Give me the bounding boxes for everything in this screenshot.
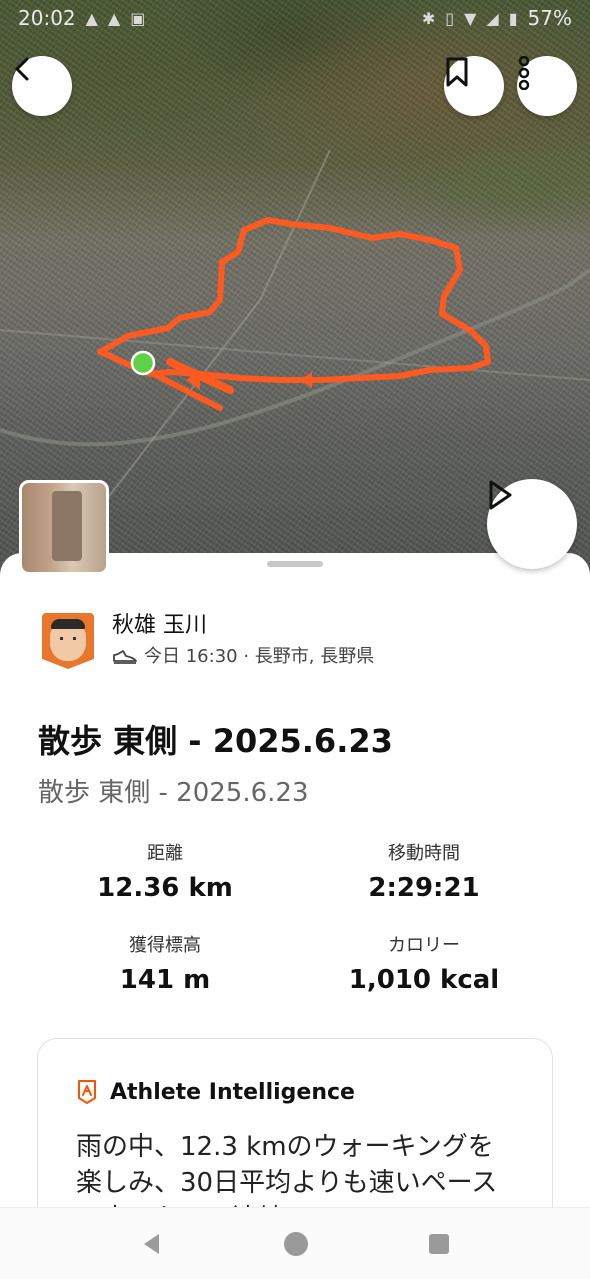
athlete-intelligence-icon — [78, 1080, 96, 1104]
stat-value: 141 m — [119, 965, 211, 995]
status-bar: 20:02 ▲ ▲ ▣ ✱ ▯ ▼ ◢ ▮ 57% — [0, 0, 590, 36]
sheet-drag-handle[interactable] — [267, 561, 323, 567]
shoe-icon — [113, 650, 137, 664]
stat-value: 2:29:21 — [368, 873, 480, 903]
stat-moving-time: 移動時間 2:29:21 — [324, 843, 524, 905]
notification-icon: ▲ — [85, 8, 98, 28]
athlete-intelligence-title: Athlete Intelligence — [110, 1079, 355, 1105]
battery-icon: ▮ — [508, 8, 518, 28]
nav-back-icon[interactable] — [139, 1231, 165, 1257]
stat-label: 距離 — [147, 843, 183, 864]
athlete-header[interactable]: 秋雄 玉川 今日 16:30 · 長野市, 長野県 — [42, 612, 374, 670]
stat-calories: カロリー 1,010 kcal — [324, 935, 524, 997]
notification-icon-2: ▲ — [107, 8, 121, 28]
nav-recents-icon[interactable] — [427, 1232, 451, 1256]
nav-home-icon[interactable] — [282, 1230, 310, 1258]
stat-label: カロリー — [388, 935, 460, 956]
stat-value: 12.36 km — [97, 873, 233, 903]
bookmark-icon — [446, 57, 468, 87]
stat-label: 獲得標高 — [129, 935, 201, 956]
activity-description: 散歩 東側 - 2025.6.23 — [38, 778, 309, 808]
stat-distance: 距離 12.36 km — [65, 843, 265, 905]
stat-value: 1,010 kcal — [348, 965, 500, 995]
more-options-button[interactable] — [517, 56, 577, 116]
stat-label: 移動時間 — [388, 843, 460, 864]
route-direction-arrow — [300, 372, 312, 388]
start-marker — [130, 350, 156, 376]
activity-photo-thumbnail[interactable] — [19, 480, 109, 575]
photo-content — [52, 491, 82, 561]
signal-icon: ◢ — [486, 8, 499, 28]
more-vertical-icon — [518, 56, 530, 90]
activity-detail-screen: 20:02 ▲ ▲ ▣ ✱ ▯ ▼ ◢ ▮ 57% 秋雄 玉川 今日 16:30… — [0, 0, 590, 1279]
avatar[interactable] — [42, 613, 94, 669]
activity-meta: 今日 16:30 · 長野市, 長野県 — [112, 644, 374, 670]
chevron-left-icon — [15, 57, 29, 81]
route-line — [97, 217, 491, 383]
wifi-icon: ▼ — [464, 8, 477, 28]
athlete-intelligence-header: Athlete Intelligence — [76, 1079, 355, 1105]
play-icon — [489, 480, 512, 510]
athlete-name[interactable]: 秋雄 玉川 — [112, 612, 374, 640]
activity-title: 散歩 東側 - 2025.6.23 — [38, 722, 393, 760]
activity-details-sheet: 秋雄 玉川 今日 16:30 · 長野市, 長野県 散歩 東側 - 2025.6… — [0, 553, 590, 1279]
image-icon: ▣ — [130, 8, 146, 28]
battery-percentage: 57% — [527, 6, 572, 30]
vibrate-icon: ▯ — [445, 8, 455, 28]
play-flyover-button[interactable] — [487, 479, 577, 569]
activity-meta-text: 今日 16:30 · 長野市, 長野県 — [144, 646, 375, 667]
system-navigation-bar — [0, 1207, 590, 1279]
bookmark-button[interactable] — [444, 56, 504, 116]
stat-elevation-gain: 獲得標高 141 m — [65, 935, 265, 997]
back-button[interactable] — [12, 56, 72, 116]
status-time: 20:02 — [18, 6, 76, 30]
bluetooth-icon: ✱ — [421, 8, 436, 28]
